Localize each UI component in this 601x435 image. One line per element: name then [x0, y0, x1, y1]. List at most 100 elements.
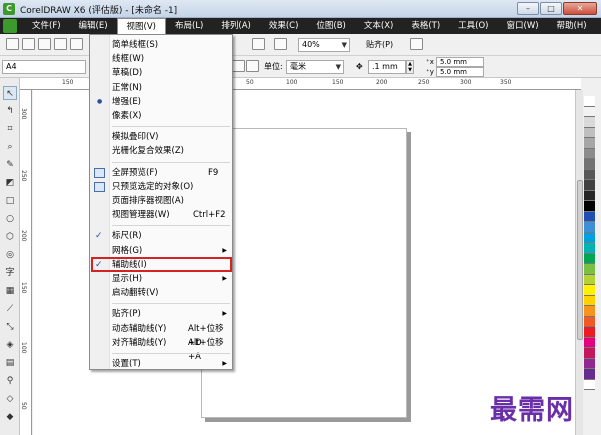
view-menu-item[interactable]: 只预览选定的对象(O)	[90, 180, 232, 194]
color-swatch[interactable]	[584, 264, 595, 275]
color-swatch[interactable]	[584, 327, 595, 338]
print-icon[interactable]	[54, 38, 67, 50]
rectangle-tool-icon[interactable]: □	[3, 194, 17, 208]
transparency-tool-icon[interactable]: ▤	[3, 356, 17, 370]
color-swatch[interactable]	[584, 180, 595, 191]
view-menu-item[interactable]: 视图管理器(W) Ctrl+F2	[90, 208, 232, 222]
minimize-button[interactable]: –	[517, 2, 539, 15]
polygon-tool-icon[interactable]: ⬡	[3, 230, 17, 244]
menu-item[interactable]: 效果(C)	[260, 18, 308, 34]
color-swatch[interactable]	[584, 148, 595, 159]
menu-item[interactable]: 工具(O)	[449, 18, 497, 34]
color-swatch[interactable]	[584, 348, 595, 359]
menu-item[interactable]: 位图(B)	[307, 18, 354, 34]
view-menu-item[interactable]: 启动翻转(V)	[90, 286, 232, 300]
view-menu-item[interactable]: 设置(T) ▶	[90, 357, 232, 371]
view-menu-item[interactable]: 页面排序器视图(A)	[90, 194, 232, 208]
color-swatch[interactable]	[584, 106, 595, 117]
view-menu-item[interactable]: 像素(X)	[90, 109, 232, 123]
connector-tool-icon[interactable]: ⤡	[3, 320, 17, 334]
maximize-button[interactable]: □	[540, 2, 562, 15]
color-swatch[interactable]	[584, 96, 595, 107]
color-swatch[interactable]	[584, 316, 595, 327]
new-document-icon[interactable]	[6, 38, 19, 50]
portrait-icon[interactable]	[232, 60, 245, 72]
cut-icon[interactable]	[70, 38, 83, 50]
text-tool-icon[interactable]: 字	[3, 266, 17, 280]
color-swatch[interactable]	[584, 201, 595, 212]
color-swatch[interactable]	[584, 369, 595, 380]
landscape-icon[interactable]	[246, 60, 259, 72]
color-swatch[interactable]	[584, 285, 595, 296]
ellipse-tool-icon[interactable]: ○	[3, 212, 17, 226]
zoom-level-dropdown[interactable]: 40% ▼	[298, 38, 350, 52]
color-swatch[interactable]	[584, 337, 595, 348]
color-swatch[interactable]	[584, 295, 595, 306]
view-menu-item[interactable]: 对齐辅助线(Y) Alt+位移+A	[90, 336, 232, 362]
view-menu-item[interactable]: 草稿(D)	[90, 66, 232, 80]
view-menu-item[interactable]: ● 增强(E)	[90, 95, 232, 109]
pick-tool-icon[interactable]: ↖	[3, 86, 17, 100]
shape-tool-icon[interactable]: ↰	[3, 104, 17, 118]
dimension-tool-icon[interactable]: ⟋	[3, 302, 17, 316]
nudge-distance-input[interactable]: .1 mm	[368, 60, 406, 74]
nudge-stepper[interactable]: ▲ ▼	[406, 60, 414, 74]
units-dropdown[interactable]: 毫米 ▼	[286, 60, 344, 74]
duplicate-distance-y-input[interactable]: 5.0 mm	[436, 67, 484, 77]
zoom-tool-icon[interactable]: ⌕	[3, 140, 17, 154]
view-menu-item[interactable]: ✓ 标尺(R)	[90, 229, 232, 243]
launcher-icon[interactable]	[252, 38, 265, 50]
color-swatch[interactable]	[584, 117, 595, 128]
menu-item[interactable]: 排列(A)	[212, 18, 259, 34]
application-icon[interactable]	[274, 38, 287, 50]
eyedropper-tool-icon[interactable]: ⚲	[3, 374, 17, 388]
view-menu-item[interactable]: 显示(H) ▶	[90, 272, 232, 286]
freehand-tool-icon[interactable]: ✎	[3, 158, 17, 172]
color-swatch[interactable]	[584, 190, 595, 201]
color-swatch[interactable]	[584, 127, 595, 138]
scrollbar-thumb[interactable]	[577, 180, 583, 340]
menu-item[interactable]: 编辑(E)	[70, 18, 117, 34]
view-menu-item[interactable]: 全屏预览(F) F9	[90, 166, 232, 180]
basic-shapes-icon[interactable]: ◎	[3, 248, 17, 262]
view-menu-item[interactable]: 动态辅助线(Y) Alt+位移+D	[90, 322, 232, 348]
view-menu-item[interactable]: 光栅化复合效果(Z)	[90, 144, 232, 158]
save-icon[interactable]	[38, 38, 51, 50]
menu-item[interactable]: 文本(X)	[355, 18, 402, 34]
color-swatch[interactable]	[584, 222, 595, 233]
view-menu-item[interactable]: 简单线框(S)	[90, 38, 232, 52]
color-swatch[interactable]	[584, 211, 595, 222]
page-size-dropdown[interactable]: A4	[2, 60, 86, 74]
color-swatch[interactable]	[584, 379, 595, 390]
outline-tool-icon[interactable]: ◇	[3, 392, 17, 406]
color-swatch[interactable]	[584, 274, 595, 285]
menu-item[interactable]: 布局(L)	[166, 18, 212, 34]
color-swatch[interactable]	[584, 358, 595, 369]
fill-tool-icon[interactable]: ◆	[3, 410, 17, 424]
color-swatch[interactable]	[584, 138, 595, 149]
duplicate-distance-x-input[interactable]: 5.0 mm	[436, 57, 484, 67]
snap-to-button[interactable]: 贴齐(P)	[366, 39, 393, 51]
smart-fill-icon[interactable]: ◩	[3, 176, 17, 190]
vertical-scrollbar[interactable]	[575, 90, 583, 435]
color-swatch[interactable]	[584, 306, 595, 317]
options-icon[interactable]	[410, 38, 423, 50]
crop-tool-icon[interactable]: ⌗	[3, 122, 17, 136]
view-menu-item[interactable]: 模拟叠印(V)	[90, 130, 232, 144]
menu-item[interactable]: 文件(F)	[23, 18, 70, 34]
menu-item[interactable]: 视图(V)	[116, 18, 166, 34]
color-swatch[interactable]	[584, 159, 595, 170]
color-swatch[interactable]	[584, 253, 595, 264]
open-icon[interactable]	[22, 38, 35, 50]
view-menu-item[interactable]: 贴齐(P) ▶	[90, 307, 232, 321]
close-button[interactable]: ✕	[563, 2, 597, 15]
view-menu-item[interactable]: 线框(W)	[90, 52, 232, 66]
view-menu-item[interactable]: 正常(N)	[90, 81, 232, 95]
table-tool-icon[interactable]: ▦	[3, 284, 17, 298]
menu-item[interactable]: 窗口(W)	[498, 18, 548, 34]
color-swatch[interactable]	[584, 232, 595, 243]
color-swatch[interactable]	[584, 169, 595, 180]
vertical-ruler[interactable]: 300 250 200 150 100 50	[20, 90, 32, 435]
view-menu-item[interactable]: 网格(G) ▶	[90, 244, 232, 258]
menu-item[interactable]: 表格(T)	[402, 18, 449, 34]
